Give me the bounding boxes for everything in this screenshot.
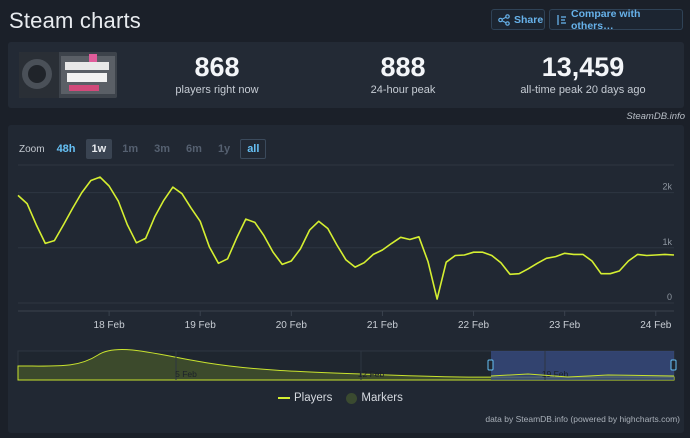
navigator-right-handle [670,359,677,371]
share-label: Share [514,13,544,26]
chart-panel: Zoom 48h 1w 1m 3m 6m 1y all 0 1k 2k 18 Feb… [8,125,684,433]
navigator[interactable]: 5 Feb 12 Feb 19 Feb [17,349,677,381]
x-tick-label: 22 Feb [458,320,490,331]
y-tick-label: 0 [667,292,672,302]
stat-value: 868 [194,52,240,82]
share-icon [498,13,510,26]
stat-24h-peak: 888 24-hour peak [328,51,478,96]
stat-label: all-time peak 20 days ago [520,84,646,96]
x-tick-label: 21 Feb [367,320,399,331]
stat-label: 24-hour peak [370,84,436,96]
source-label[interactable]: SteamDB.info [626,111,685,122]
markers-legend-dot [346,392,358,404]
x-tick-label: 19 Feb [185,320,217,331]
compare-icon [556,14,567,26]
x-tick-label: 23 Feb [549,320,581,331]
header: Steam charts Share Compare with others… [0,0,690,40]
player-chart[interactable]: 0 1k 2k 18 Feb 19 Feb 20 Feb 21 Feb 22 Feb 23 F… [8,125,684,433]
x-tick-label: 18 Feb [94,320,126,331]
stat-value: 888 [380,52,426,82]
chart-legend: Players Markers [278,392,417,404]
legend-players-label: Players [294,392,333,404]
players-legend-line [278,397,290,399]
stats-panel: 868 players right now 888 24-hour peak 1… [8,42,684,108]
x-tick-label: 24 Feb [640,320,672,331]
y-axis-ticks: 0 1k 2k [662,182,672,302]
share-button[interactable]: Share [491,9,545,30]
compare-label: Compare with others… [571,7,641,32]
navigator-label: 12 Feb [358,369,385,379]
stat-players-now: 868 players right now [142,51,292,96]
players-series-line[interactable] [17,176,675,300]
navigator-label: 19 Feb [542,369,569,379]
legend-players[interactable]: Players [278,392,332,404]
navigator-left-handle [487,359,494,371]
x-axis-ticks: 18 Feb 19 Feb 20 Feb 21 Feb 22 Feb 23 Feb 24 F… [18,310,674,331]
stat-all-time-peak: 13,459 all-time peak 20 days ago [498,51,668,96]
chart-grid [18,164,674,304]
legend-markers-label: Markers [361,392,403,404]
game-thumbnail[interactable] [19,52,117,98]
page-title: Steam charts [9,8,142,33]
navigator-label: 5 Feb [175,369,197,379]
y-tick-label: 2k [662,182,672,192]
y-tick-label: 1k [662,237,672,247]
chart-credits[interactable]: data by SteamDB.info (powered by highcha… [485,414,680,424]
x-tick-label: 20 Feb [276,320,308,331]
stat-label: players right now [175,84,259,96]
legend-markers[interactable]: Markers [346,392,403,404]
compare-button[interactable]: Compare with others… [549,7,683,32]
stat-value: 13,459 [541,52,625,82]
